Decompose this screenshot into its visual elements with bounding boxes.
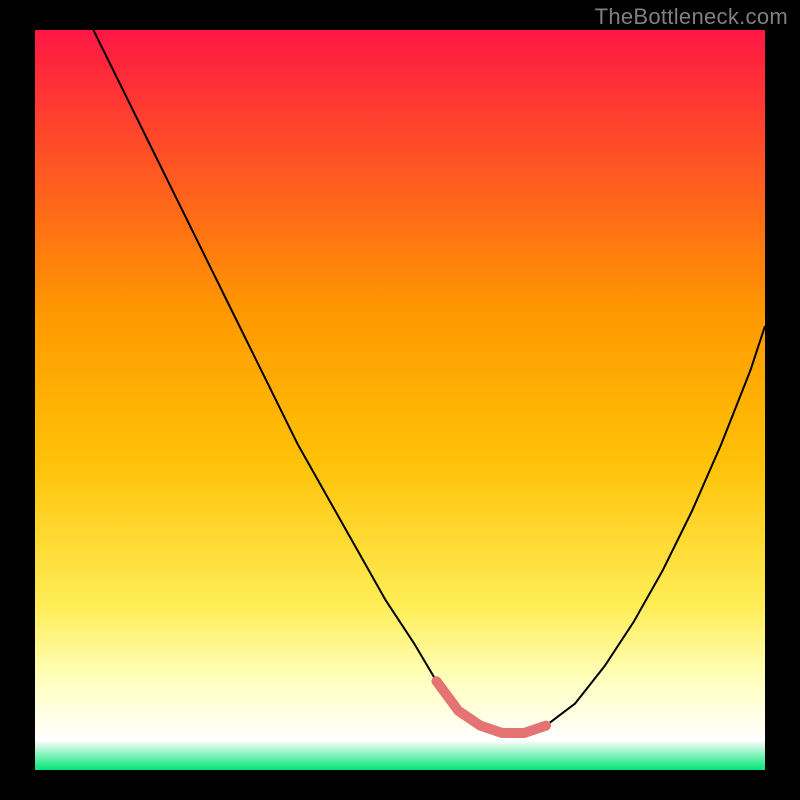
plot-area — [35, 30, 765, 770]
watermark-text: TheBottleneck.com — [595, 4, 788, 30]
chart-container: TheBottleneck.com — [0, 0, 800, 800]
gradient-background — [35, 30, 765, 770]
